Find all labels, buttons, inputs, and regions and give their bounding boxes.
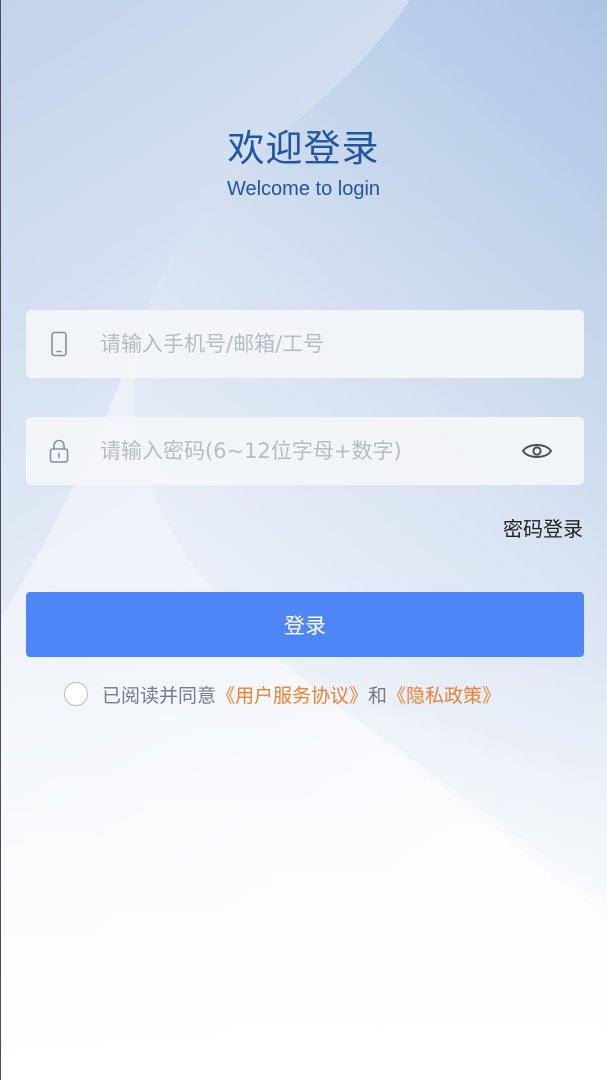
password-field[interactable]: [26, 417, 584, 485]
agreement-conjunction: 和: [368, 684, 388, 707]
login-button[interactable]: 登录: [26, 592, 584, 657]
eye-icon[interactable]: [520, 439, 554, 463]
user-agreement-link[interactable]: 《用户服务协议》: [216, 681, 368, 708]
page-title: 欢迎登录: [227, 127, 380, 170]
privacy-policy-link[interactable]: 《隐私政策》: [387, 681, 501, 708]
agreement-prefix: 已阅读并同意: [102, 684, 217, 707]
page-subtitle: Welcome to login: [226, 178, 381, 200]
agreement-radio[interactable]: [64, 682, 88, 706]
lock-icon: [49, 439, 69, 463]
account-input[interactable]: [100, 310, 500, 378]
agreement-row: 已阅读并同意 《用户服务协议》 和 《隐私政策》: [64, 680, 501, 708]
password-login-link[interactable]: 密码登录: [503, 513, 583, 542]
phone-icon: [51, 331, 67, 357]
window-left-border: [0, 0, 1, 1080]
account-field[interactable]: [26, 310, 584, 378]
password-input[interactable]: [100, 417, 500, 485]
